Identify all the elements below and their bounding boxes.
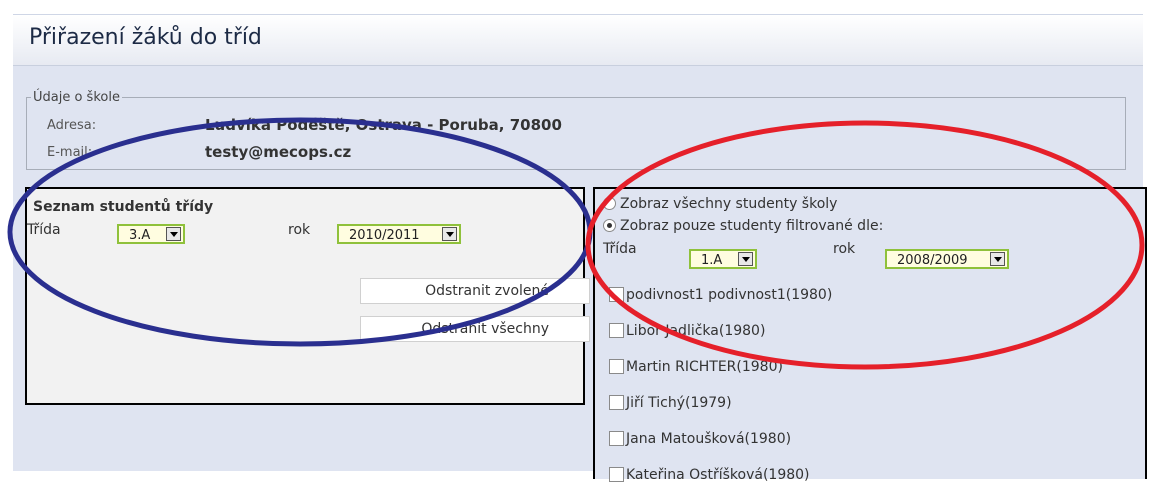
filter-class-select[interactable]: 1.A	[689, 249, 757, 269]
filter-year-select[interactable]: 2008/2009	[885, 249, 1009, 269]
remove-selected-button[interactable]: Odstranit zvolené	[360, 278, 590, 304]
list-item[interactable]: Jiří Tichý(1979)	[609, 395, 732, 411]
year-select[interactable]: 2010/2011	[337, 224, 461, 244]
checkbox[interactable]	[609, 359, 624, 374]
student-name: Jiří Tichý(1979)	[626, 395, 732, 411]
filter-year-label: rok	[833, 241, 856, 257]
address-value: Ludvíka Podéště, Ostrava - Poruba, 70800	[205, 116, 562, 134]
checkbox[interactable]	[609, 431, 624, 446]
school-info-fieldset: Údaje o škole	[26, 90, 1126, 170]
student-name: Jana Matoušková(1980)	[626, 431, 792, 447]
checkbox[interactable]	[609, 395, 624, 410]
filter-year-value: 2008/2009	[897, 253, 968, 268]
show-all-radio[interactable]	[603, 197, 616, 210]
filter-class-value: 1.A	[701, 253, 723, 268]
checkbox[interactable]	[609, 467, 624, 482]
show-filtered-label: Zobraz pouze studenty filtrované dle:	[620, 218, 884, 234]
list-item[interactable]: Kateřina Ostříšková(1980)	[609, 467, 810, 483]
student-name: Kateřina Ostříšková(1980)	[626, 467, 810, 483]
chevron-down-icon[interactable]	[166, 227, 181, 241]
class-student-list-panel: Seznam studentů třídy Třída 3.A rok 2010…	[25, 187, 590, 405]
checkbox[interactable]	[609, 287, 624, 302]
student-name: Libor Jadlička(1980)	[626, 323, 766, 339]
year-label: rok	[288, 222, 311, 238]
student-name: Martin RICHTER(1980)	[626, 359, 783, 375]
page-header: Přiřazení žáků do tříd	[13, 14, 1143, 66]
email-label: E-mail:	[47, 145, 93, 160]
school-info-legend: Údaje o škole	[33, 90, 120, 105]
list-item[interactable]: Jana Matoušková(1980)	[609, 431, 791, 447]
show-all-label: Zobraz všechny studenty školy	[620, 196, 838, 212]
chevron-down-icon[interactable]	[442, 227, 457, 241]
show-filtered-option[interactable]: Zobraz pouze studenty filtrované dle:	[603, 218, 883, 234]
student-filter-panel: Zobraz všechny studenty školy Zobraz pou…	[593, 187, 1147, 483]
checkbox[interactable]	[609, 323, 624, 338]
class-select-value: 3.A	[129, 228, 151, 243]
list-item[interactable]: podivnost1 podivnost1(1980)	[609, 287, 832, 303]
year-select-value: 2010/2011	[349, 228, 420, 243]
page-title: Přiřazení žáků do tříd	[29, 25, 262, 50]
chevron-down-icon[interactable]	[990, 252, 1005, 266]
show-filtered-radio[interactable]	[603, 219, 616, 232]
student-name: podivnost1 podivnost1(1980)	[626, 287, 833, 303]
main-content: Údaje o škole Adresa: Ludvíka Podéště, O…	[13, 66, 1147, 483]
list-item[interactable]: Libor Jadlička(1980)	[609, 323, 765, 339]
email-value: testy@mecops.cz	[205, 143, 352, 161]
class-list-title: Seznam studentů třídy	[33, 199, 214, 215]
filter-class-label: Třída	[603, 241, 637, 257]
show-all-option[interactable]: Zobraz všechny studenty školy	[603, 196, 837, 212]
remove-all-button[interactable]: Odstranit všechny	[360, 316, 590, 342]
class-label: Třída	[27, 222, 61, 238]
list-item[interactable]: Martin RICHTER(1980)	[609, 359, 783, 375]
chevron-down-icon[interactable]	[738, 252, 753, 266]
address-label: Adresa:	[47, 118, 97, 133]
class-select[interactable]: 3.A	[117, 224, 185, 244]
